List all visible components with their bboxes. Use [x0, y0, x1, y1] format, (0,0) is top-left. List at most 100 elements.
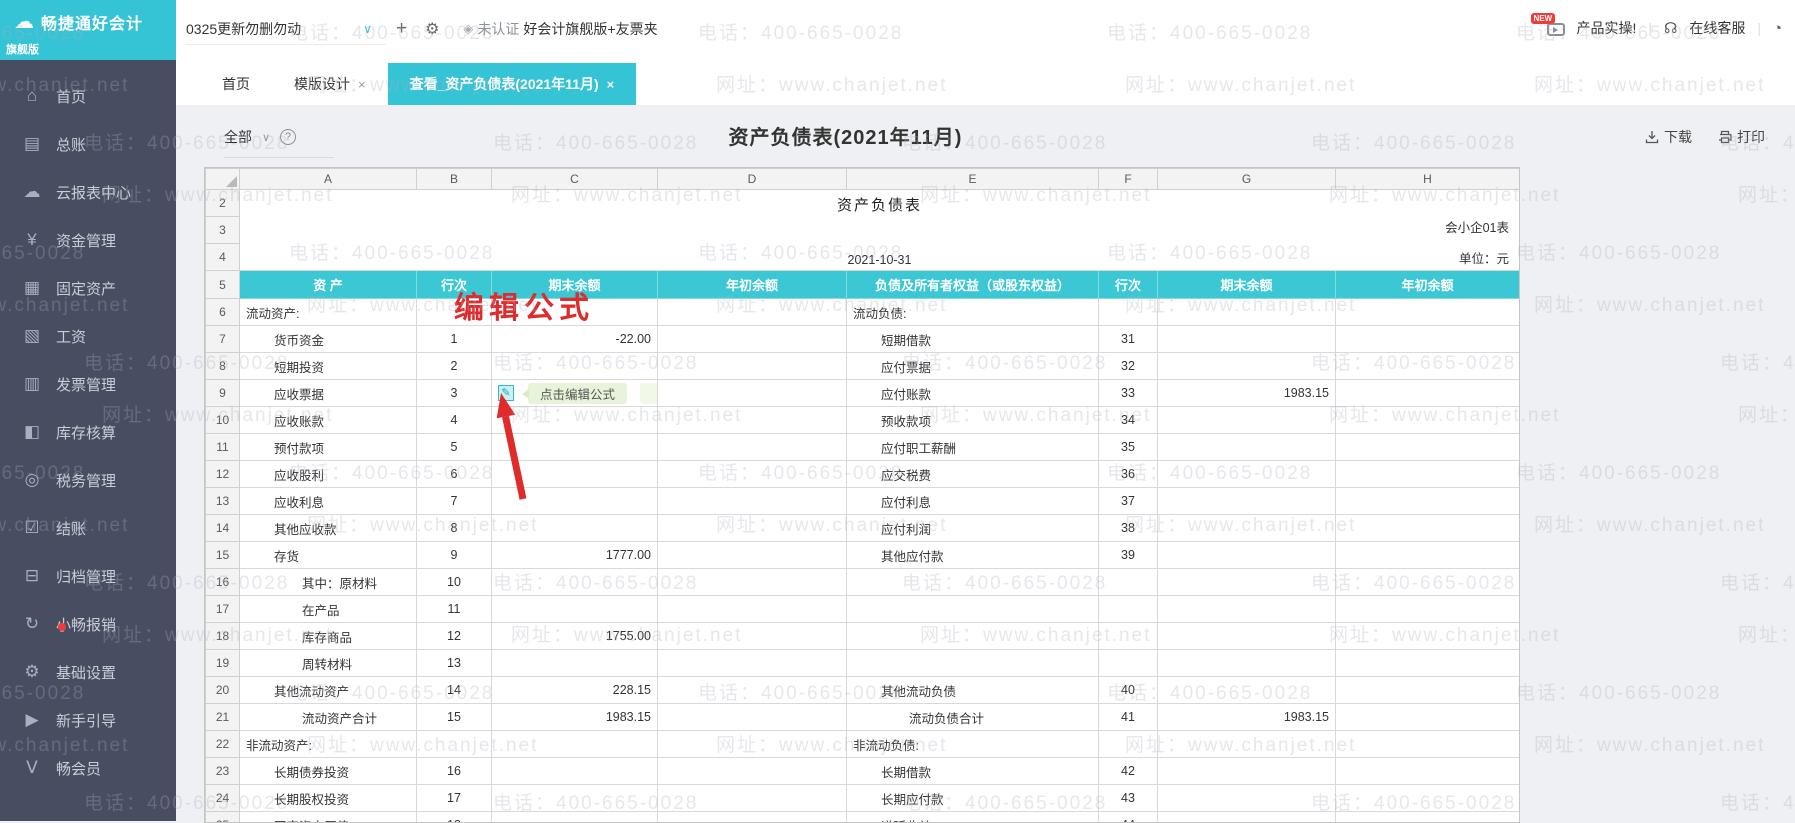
- asset-name-cell[interactable]: 应收账款: [240, 407, 417, 434]
- row-header-22[interactable]: 22: [206, 731, 240, 758]
- column-header-H[interactable]: H: [1336, 169, 1520, 190]
- sidebar-item-tax[interactable]: ◎税务管理: [0, 456, 176, 504]
- liability-line-cell[interactable]: 37: [1099, 488, 1158, 515]
- liability-end-balance-cell[interactable]: [1158, 623, 1336, 650]
- liability-begin-balance-cell[interactable]: [1336, 785, 1520, 812]
- liability-begin-balance-cell[interactable]: [1336, 596, 1520, 623]
- asset-end-balance-cell[interactable]: [492, 569, 658, 596]
- row-header-12[interactable]: 12: [206, 461, 240, 488]
- liability-name-cell[interactable]: 长期应付款: [847, 785, 1099, 812]
- liability-begin-balance-cell[interactable]: [1336, 461, 1520, 488]
- liability-end-balance-cell[interactable]: [1158, 677, 1336, 704]
- liability-begin-balance-cell[interactable]: [1336, 488, 1520, 515]
- sidebar-item-guide[interactable]: ▶新手引导: [0, 696, 176, 744]
- liability-end-balance-cell[interactable]: 1983.15: [1158, 704, 1336, 731]
- liability-end-balance-cell[interactable]: [1158, 488, 1336, 515]
- liability-line-cell[interactable]: [1099, 731, 1158, 758]
- asset-end-balance-cell[interactable]: 1755.00: [492, 623, 658, 650]
- liability-name-cell[interactable]: [847, 596, 1099, 623]
- column-header-B[interactable]: B: [417, 169, 492, 190]
- column-header-E[interactable]: E: [847, 169, 1099, 190]
- asset-name-cell[interactable]: 长期债券投资: [240, 758, 417, 785]
- column-header-F[interactable]: F: [1099, 169, 1158, 190]
- liability-end-balance-cell[interactable]: [1158, 650, 1336, 677]
- asset-end-balance-cell[interactable]: -22.00: [492, 326, 658, 353]
- liability-end-balance-cell[interactable]: [1158, 812, 1336, 823]
- asset-line-cell[interactable]: 5: [417, 434, 492, 461]
- asset-begin-balance-cell[interactable]: [658, 353, 847, 380]
- asset-name-cell[interactable]: 存货: [240, 542, 417, 569]
- liability-end-balance-cell[interactable]: [1158, 434, 1336, 461]
- asset-name-cell[interactable]: 应收利息: [240, 488, 417, 515]
- asset-end-balance-cell[interactable]: 1983.15: [492, 704, 658, 731]
- sidebar-item-home[interactable]: ⌂首页: [0, 72, 176, 120]
- asset-begin-balance-cell[interactable]: [658, 596, 847, 623]
- row-header-8[interactable]: 8: [206, 353, 240, 380]
- liability-line-cell[interactable]: 42: [1099, 758, 1158, 785]
- row-header-13[interactable]: 13: [206, 488, 240, 515]
- sidebar-item-cloud-report[interactable]: ☁云报表中心: [0, 168, 176, 216]
- liability-line-cell[interactable]: [1099, 299, 1158, 326]
- asset-end-balance-cell[interactable]: [492, 407, 658, 434]
- liability-line-cell[interactable]: [1099, 650, 1158, 677]
- sidebar-item-member[interactable]: Ⅴ畅会员: [0, 744, 176, 792]
- download-button[interactable]: 下载: [1645, 127, 1692, 147]
- asset-line-cell[interactable]: 11: [417, 596, 492, 623]
- asset-begin-balance-cell[interactable]: [658, 515, 847, 542]
- asset-name-cell[interactable]: 固定资产原值: [240, 812, 417, 823]
- asset-name-cell[interactable]: 其中：原材料: [240, 569, 417, 596]
- column-header-A[interactable]: A: [240, 169, 417, 190]
- sidebar-item-inventory[interactable]: ◧库存核算: [0, 408, 176, 456]
- asset-name-cell[interactable]: 其他流动资产: [240, 677, 417, 704]
- asset-begin-balance-cell[interactable]: [658, 434, 847, 461]
- asset-end-balance-cell[interactable]: [492, 650, 658, 677]
- liability-end-balance-cell[interactable]: [1158, 299, 1336, 326]
- liability-name-cell[interactable]: 短期借款: [847, 326, 1099, 353]
- asset-line-cell[interactable]: 6: [417, 461, 492, 488]
- asset-line-cell[interactable]: 17: [417, 785, 492, 812]
- asset-line-cell[interactable]: 15: [417, 704, 492, 731]
- asset-line-cell[interactable]: 8: [417, 515, 492, 542]
- liability-line-cell[interactable]: [1099, 623, 1158, 650]
- liability-end-balance-cell[interactable]: [1158, 407, 1336, 434]
- asset-end-balance-cell[interactable]: [492, 785, 658, 812]
- asset-line-cell[interactable]: 10: [417, 569, 492, 596]
- asset-name-cell[interactable]: 长期股权投资: [240, 785, 417, 812]
- liability-begin-balance-cell[interactable]: [1336, 569, 1520, 596]
- asset-line-cell[interactable]: 9: [417, 542, 492, 569]
- liability-line-cell[interactable]: 33: [1099, 380, 1158, 407]
- row-header-2[interactable]: 2: [206, 190, 240, 217]
- liability-line-cell[interactable]: 34: [1099, 407, 1158, 434]
- liability-end-balance-cell[interactable]: [1158, 785, 1336, 812]
- liability-end-balance-cell[interactable]: [1158, 731, 1336, 758]
- liability-begin-balance-cell[interactable]: [1336, 353, 1520, 380]
- liability-begin-balance-cell[interactable]: [1336, 704, 1520, 731]
- asset-name-cell[interactable]: 库存商品: [240, 623, 417, 650]
- column-header-C[interactable]: C: [492, 169, 658, 190]
- liability-begin-balance-cell[interactable]: [1336, 650, 1520, 677]
- row-header-5[interactable]: 5: [206, 271, 240, 299]
- asset-line-cell[interactable]: 14: [417, 677, 492, 704]
- liability-begin-balance-cell[interactable]: [1336, 326, 1520, 353]
- asset-begin-balance-cell[interactable]: [658, 677, 847, 704]
- liability-name-cell[interactable]: 应付利息: [847, 488, 1099, 515]
- liability-begin-balance-cell[interactable]: [1336, 299, 1520, 326]
- asset-begin-balance-cell[interactable]: [658, 461, 847, 488]
- liability-name-cell[interactable]: 长期借款: [847, 758, 1099, 785]
- column-header-G[interactable]: G: [1158, 169, 1336, 190]
- row-header-6[interactable]: 6: [206, 299, 240, 326]
- liability-line-cell[interactable]: 44: [1099, 812, 1158, 823]
- liability-name-cell[interactable]: 应付职工薪酬: [847, 434, 1099, 461]
- asset-line-cell[interactable]: 4: [417, 407, 492, 434]
- spreadsheet[interactable]: ABCDEFGH2资产负债表会小企01表2021-10-31单位：元345资 产…: [204, 167, 1520, 823]
- asset-line-cell[interactable]: [417, 731, 492, 758]
- liability-line-cell[interactable]: 40: [1099, 677, 1158, 704]
- asset-line-cell[interactable]: 13: [417, 650, 492, 677]
- sidebar-item-invoice[interactable]: ▥发票管理: [0, 360, 176, 408]
- asset-end-balance-cell[interactable]: [492, 353, 658, 380]
- liability-end-balance-cell[interactable]: [1158, 596, 1336, 623]
- row-header-18[interactable]: 18: [206, 623, 240, 650]
- liability-begin-balance-cell[interactable]: [1336, 758, 1520, 785]
- asset-end-balance-cell[interactable]: [492, 461, 658, 488]
- add-account-icon[interactable]: +: [396, 18, 407, 40]
